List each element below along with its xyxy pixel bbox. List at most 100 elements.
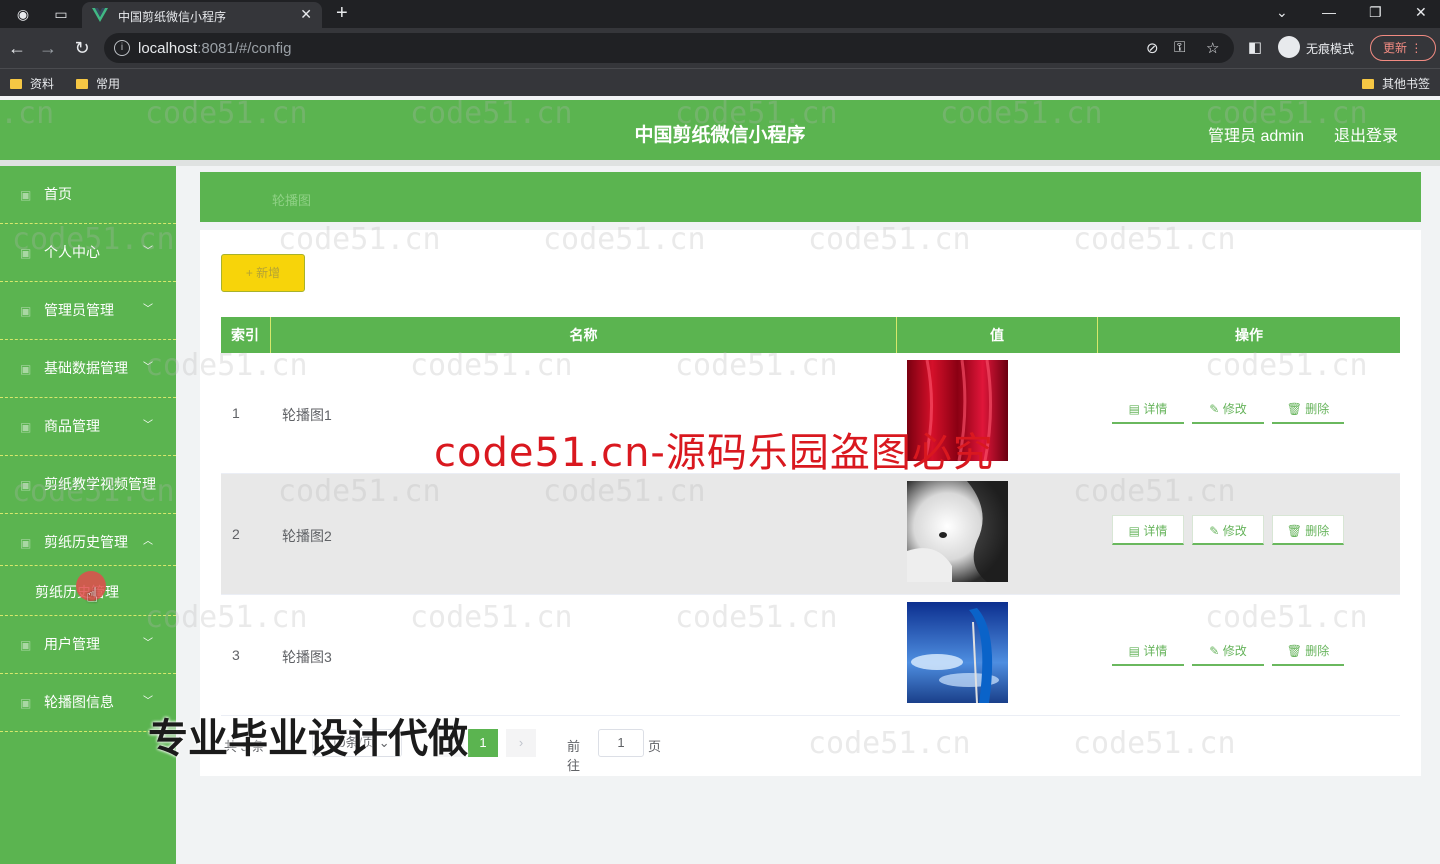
carousel-image-ink-portrait[interactable]	[907, 481, 1008, 582]
add-button[interactable]: + 新增	[221, 254, 305, 292]
back-icon[interactable]: ←	[5, 36, 29, 60]
row-index: 1	[232, 405, 240, 421]
black-watermark-text: 专业毕业设计代做	[148, 716, 468, 762]
table-row: 3 轮播图3 ▤ 详情 ✎ 修改 🗑 删除	[221, 595, 1400, 716]
table-row: 2 轮播图2 ▤ 详情 ✎ 修改 🗑 删除	[221, 474, 1400, 595]
chevron-down-icon: ﹀	[143, 246, 153, 257]
edit-button[interactable]: ✎ 修改	[1192, 394, 1264, 424]
tab-list-chevron-icon[interactable]: ⌄	[1276, 4, 1288, 21]
chevron-up-icon: ︿	[143, 536, 153, 547]
sidebar-item-products[interactable]: ▣ 商品管理 ﹀	[0, 398, 176, 456]
sidebar-item-admin[interactable]: ▣ 管理员管理 ﹀	[0, 282, 176, 340]
menu-icon: ▣	[20, 246, 32, 260]
address-bar[interactable]: i localhost:8081/#/config ⊘ ⚿ ☆	[104, 33, 1234, 63]
sidebar-item-profile[interactable]: ▣ 个人中心 ﹀	[0, 224, 176, 282]
logout-link[interactable]: 退出登录	[1334, 122, 1398, 146]
minimize-icon[interactable]: —	[1322, 4, 1336, 20]
sidebar-item-label: 用户管理	[44, 636, 100, 652]
vue-logo-icon	[92, 8, 108, 22]
sidebar-item-history[interactable]: ▣ 剪纸历史管理 ︿	[0, 514, 176, 566]
column-header-name: 名称	[271, 317, 897, 353]
next-page-button[interactable]: ›	[506, 729, 536, 757]
sidebar-item-basic-data[interactable]: ▣ 基础数据管理 ﹀	[0, 340, 176, 398]
window-close-icon[interactable]: ✕	[1415, 4, 1427, 21]
menu-icon: ▣	[20, 304, 32, 318]
row-name: 轮播图1	[282, 407, 332, 423]
sidebar-item-label: 商品管理	[44, 418, 100, 434]
column-header-actions: 操作	[1235, 327, 1263, 343]
sidebar-item-home[interactable]: ▣ 首页	[0, 166, 176, 224]
page-number-1[interactable]: 1	[468, 729, 498, 757]
menu-icon: ▣	[20, 536, 32, 550]
browser-tab-bar: ◉ ▭ 中国剪纸微信小程序 ✕ + ⌄ — ❐ ✕	[0, 0, 1440, 28]
row-name: 轮播图3	[282, 649, 332, 665]
key-icon[interactable]: ⚿	[1174, 39, 1185, 56]
column-header-value: 值	[897, 317, 1098, 353]
chevron-down-icon: ﹀	[143, 362, 153, 373]
sidebar-item-users[interactable]: ▣ 用户管理 ﹀	[0, 616, 176, 674]
column-header-index: 索引	[221, 317, 271, 353]
menu-icon: ▣	[20, 188, 32, 202]
forward-icon[interactable]: →	[36, 36, 60, 60]
browser-tab[interactable]: 中国剪纸微信小程序 ✕	[82, 2, 322, 28]
sidebar-item-label: 首页	[44, 186, 72, 202]
chevron-down-icon: ﹀	[143, 304, 153, 315]
detail-button[interactable]: ▤ 详情	[1112, 515, 1184, 545]
tab-search-icon[interactable]: ▭	[52, 5, 70, 23]
delete-button[interactable]: 🗑 删除	[1272, 515, 1344, 545]
browser-menu-icon[interactable]: ◉	[14, 5, 32, 23]
tab-title: 中国剪纸微信小程序	[118, 10, 227, 24]
side-panel-icon[interactable]: ◧	[1243, 36, 1267, 60]
bookmark-folder-ziliao[interactable]: 资料	[10, 75, 54, 92]
menu-icon: ▣	[20, 420, 32, 434]
bookmarks-bar: 资料 常用 其他书签	[0, 68, 1440, 96]
table-header: 索引 名称 值 操作	[221, 317, 1400, 353]
content-panel: + 新增 索引 名称 值 操作 1 轮播图1 ▤ 详情 ✎ 修改 🗑 删除 2 …	[200, 230, 1421, 776]
incognito-icon	[1278, 36, 1300, 58]
breadcrumb: 轮播图	[200, 172, 1421, 222]
browser-toolbar: ← → ↻ i localhost:8081/#/config ⊘ ⚿ ☆ ◧ …	[0, 28, 1440, 68]
menu-icon: ▣	[20, 362, 32, 376]
delete-button[interactable]: 🗑 删除	[1272, 394, 1344, 424]
reload-icon[interactable]: ↻	[70, 36, 94, 60]
page-unit-label: 页	[648, 739, 662, 754]
sidebar-item-label: 剪纸历史管理	[44, 534, 128, 550]
sidebar-item-label: 管理员管理	[44, 302, 114, 318]
restore-icon[interactable]: ❐	[1369, 4, 1382, 21]
sidebar-item-label: 基础数据管理	[44, 360, 128, 376]
chevron-down-icon: ﹀	[143, 420, 153, 431]
sidebar-item-teaching-videos[interactable]: ▣ 剪纸教学视频管理	[0, 456, 176, 514]
hand-cursor-icon: ☝	[86, 585, 99, 607]
chevron-down-icon: ﹀	[143, 696, 153, 707]
bookmark-star-icon[interactable]: ☆	[1206, 39, 1219, 57]
edit-button[interactable]: ✎ 修改	[1192, 515, 1264, 545]
delete-button[interactable]: 🗑 删除	[1272, 636, 1344, 666]
other-bookmarks[interactable]: 其他书签	[1362, 75, 1430, 92]
new-tab-icon[interactable]: +	[336, 2, 348, 25]
sidebar-item-label: 轮播图信息	[44, 694, 114, 710]
detail-button[interactable]: ▤ 详情	[1112, 394, 1184, 424]
breadcrumb-current[interactable]: 轮播图	[272, 190, 311, 209]
update-button[interactable]: 更新 ⋮	[1370, 35, 1436, 61]
goto-label: 前往	[567, 739, 581, 773]
menu-icon: ▣	[20, 696, 32, 710]
blocked-icon[interactable]: ⊘	[1146, 39, 1159, 57]
row-index: 3	[232, 647, 240, 663]
detail-button[interactable]: ▤ 详情	[1112, 636, 1184, 666]
menu-icon: ▣	[20, 478, 32, 492]
folder-icon	[1362, 79, 1374, 89]
folder-icon	[10, 79, 22, 89]
site-info-icon[interactable]: i	[114, 40, 130, 56]
row-index: 2	[232, 526, 240, 542]
app-header: 中国剪纸微信小程序 管理员 admin 退出登录	[0, 100, 1440, 160]
red-watermark-text: code51.cn-源码乐园盗图必究	[434, 430, 994, 476]
tab-close-icon[interactable]: ✕	[300, 6, 312, 23]
chevron-down-icon: ﹀	[143, 638, 153, 649]
sidebar-item-label: 剪纸教学视频管理	[44, 476, 156, 492]
bookmark-folder-changyong[interactable]: 常用	[76, 75, 120, 92]
url-text: localhost:8081/#/config	[138, 40, 292, 57]
goto-page-input[interactable]: 1	[598, 729, 644, 757]
edit-button[interactable]: ✎ 修改	[1192, 636, 1264, 666]
carousel-image-blue-sky[interactable]	[907, 602, 1008, 703]
folder-icon	[76, 79, 88, 89]
